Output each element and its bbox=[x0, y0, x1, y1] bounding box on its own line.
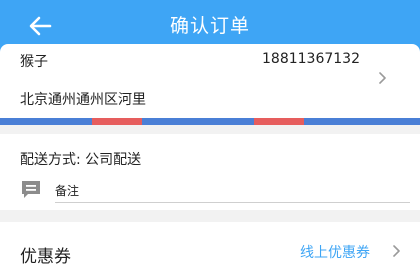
address-stripe bbox=[0, 118, 420, 125]
coupon-value[interactable]: 线上优惠券 bbox=[300, 242, 370, 262]
recipient-phone: 18811367132 bbox=[262, 51, 360, 67]
recipient-name: 猴子 bbox=[20, 54, 48, 70]
comment-icon bbox=[22, 181, 40, 198]
coupon-title: 优惠券 bbox=[20, 247, 71, 267]
note-input[interactable] bbox=[55, 181, 410, 203]
address-detail: 北京通州通州区河里 bbox=[20, 92, 146, 108]
chevron-right-icon[interactable] bbox=[378, 71, 388, 85]
delivery-method: 配送方式: 公司配送 bbox=[20, 152, 142, 168]
coupon-chevron-icon[interactable] bbox=[392, 244, 402, 258]
note-label: 备注 bbox=[55, 184, 80, 198]
